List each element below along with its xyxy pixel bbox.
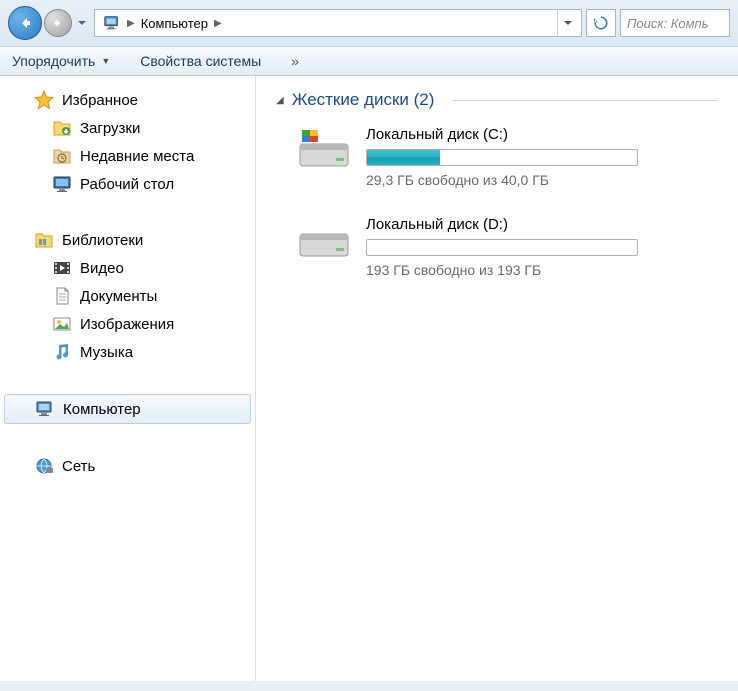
separator bbox=[452, 100, 718, 101]
sidebar-item-computer[interactable]: Компьютер bbox=[4, 394, 251, 424]
drive-item-c[interactable]: Локальный диск (C:) 29,3 ГБ свободно из … bbox=[276, 126, 718, 188]
label: Библиотеки bbox=[62, 232, 143, 249]
sidebar-group-network: Сеть bbox=[0, 452, 255, 480]
documents-icon bbox=[52, 286, 72, 306]
toolbar: Упорядочить ▼ Свойства системы » bbox=[0, 47, 738, 76]
content-pane: ◢ Жесткие диски (2) Локальный диск (C:) … bbox=[256, 76, 738, 681]
label: Видео bbox=[80, 260, 124, 277]
label: Изображения bbox=[80, 316, 174, 333]
system-properties-button[interactable]: Свойства системы bbox=[140, 53, 261, 69]
search-input[interactable]: Поиск: Компь bbox=[620, 9, 730, 37]
drive-icon bbox=[296, 126, 352, 170]
sidebar-item-pictures[interactable]: Изображения bbox=[0, 310, 255, 338]
label: Недавние места bbox=[80, 148, 194, 165]
section-header-drives[interactable]: ◢ Жесткие диски (2) bbox=[276, 90, 718, 110]
address-bar[interactable]: ▶ Компьютер ▶ bbox=[94, 9, 582, 37]
computer-icon bbox=[35, 399, 55, 419]
drive-usage-fill bbox=[367, 150, 440, 165]
nav-buttons bbox=[8, 6, 90, 40]
label: Избранное bbox=[62, 92, 138, 109]
drive-info: Локальный диск (C:) 29,3 ГБ свободно из … bbox=[366, 126, 718, 188]
desktop-icon bbox=[52, 174, 72, 194]
back-button[interactable] bbox=[8, 6, 42, 40]
forward-button[interactable] bbox=[44, 9, 72, 37]
sidebar-item-video[interactable]: Видео bbox=[0, 254, 255, 282]
downloads-icon bbox=[52, 118, 72, 138]
organize-menu[interactable]: Упорядочить ▼ bbox=[12, 53, 110, 69]
sidebar-group-computer: Компьютер bbox=[0, 394, 255, 424]
sidebar-group-libraries: Библиотеки Видео Документы Изображения bbox=[0, 226, 255, 366]
sidebar-item-desktop[interactable]: Рабочий стол bbox=[0, 170, 255, 198]
sidebar-item-network[interactable]: Сеть bbox=[0, 452, 255, 480]
label: Музыка bbox=[80, 344, 133, 361]
label: Сеть bbox=[62, 458, 95, 475]
address-dropdown[interactable] bbox=[557, 10, 577, 36]
organize-label: Упорядочить bbox=[12, 53, 95, 69]
sidebar-item-recent[interactable]: Недавние места bbox=[0, 142, 255, 170]
search-placeholder: Поиск: Компь bbox=[627, 16, 709, 31]
pictures-icon bbox=[52, 314, 72, 334]
drive-name: Локальный диск (C:) bbox=[366, 126, 718, 143]
breadcrumb-location[interactable]: Компьютер bbox=[137, 16, 212, 31]
nav-history-dropdown[interactable] bbox=[74, 15, 90, 31]
star-icon bbox=[34, 90, 54, 110]
network-icon bbox=[34, 456, 54, 476]
music-icon bbox=[52, 342, 72, 362]
breadcrumb-sep-icon[interactable]: ▶ bbox=[127, 18, 135, 29]
navigation-bar: ▶ Компьютер ▶ Поиск: Компь bbox=[0, 0, 738, 47]
label: Загрузки bbox=[80, 120, 140, 137]
sidebar-item-music[interactable]: Музыка bbox=[0, 338, 255, 366]
drive-name: Локальный диск (D:) bbox=[366, 216, 718, 233]
sidebar-group-favorites: Избранное Загрузки Недавние места Рабочи… bbox=[0, 86, 255, 198]
main-area: Избранное Загрузки Недавние места Рабочи… bbox=[0, 76, 738, 681]
drive-info: Локальный диск (D:) 193 ГБ свободно из 1… bbox=[366, 216, 718, 278]
label: Компьютер bbox=[63, 401, 141, 418]
drive-status: 193 ГБ свободно из 193 ГБ bbox=[366, 262, 718, 278]
toolbar-overflow[interactable]: » bbox=[291, 53, 299, 69]
drive-item-d[interactable]: Локальный диск (D:) 193 ГБ свободно из 1… bbox=[276, 216, 718, 278]
drive-status: 29,3 ГБ свободно из 40,0 ГБ bbox=[366, 172, 718, 188]
sidebar-item-libraries[interactable]: Библиотеки bbox=[0, 226, 255, 254]
libraries-icon bbox=[34, 230, 54, 250]
sidebar-item-documents[interactable]: Документы bbox=[0, 282, 255, 310]
computer-icon bbox=[103, 14, 121, 32]
video-icon bbox=[52, 258, 72, 278]
drive-icon bbox=[296, 216, 352, 260]
breadcrumb-sep-icon[interactable]: ▶ bbox=[214, 18, 222, 29]
sidebar: Избранное Загрузки Недавние места Рабочи… bbox=[0, 76, 256, 681]
recent-icon bbox=[52, 146, 72, 166]
sidebar-item-favorites[interactable]: Избранное bbox=[0, 86, 255, 114]
properties-label: Свойства системы bbox=[140, 53, 261, 69]
sidebar-item-downloads[interactable]: Загрузки bbox=[0, 114, 255, 142]
drive-usage-bar bbox=[366, 149, 638, 166]
refresh-button[interactable] bbox=[586, 9, 616, 37]
chevron-down-icon: ▼ bbox=[101, 56, 110, 66]
label: Рабочий стол bbox=[80, 176, 174, 193]
label: Документы bbox=[80, 288, 157, 305]
drive-usage-bar bbox=[366, 239, 638, 256]
collapse-icon: ◢ bbox=[276, 95, 284, 106]
section-title: Жесткие диски (2) bbox=[292, 90, 435, 110]
